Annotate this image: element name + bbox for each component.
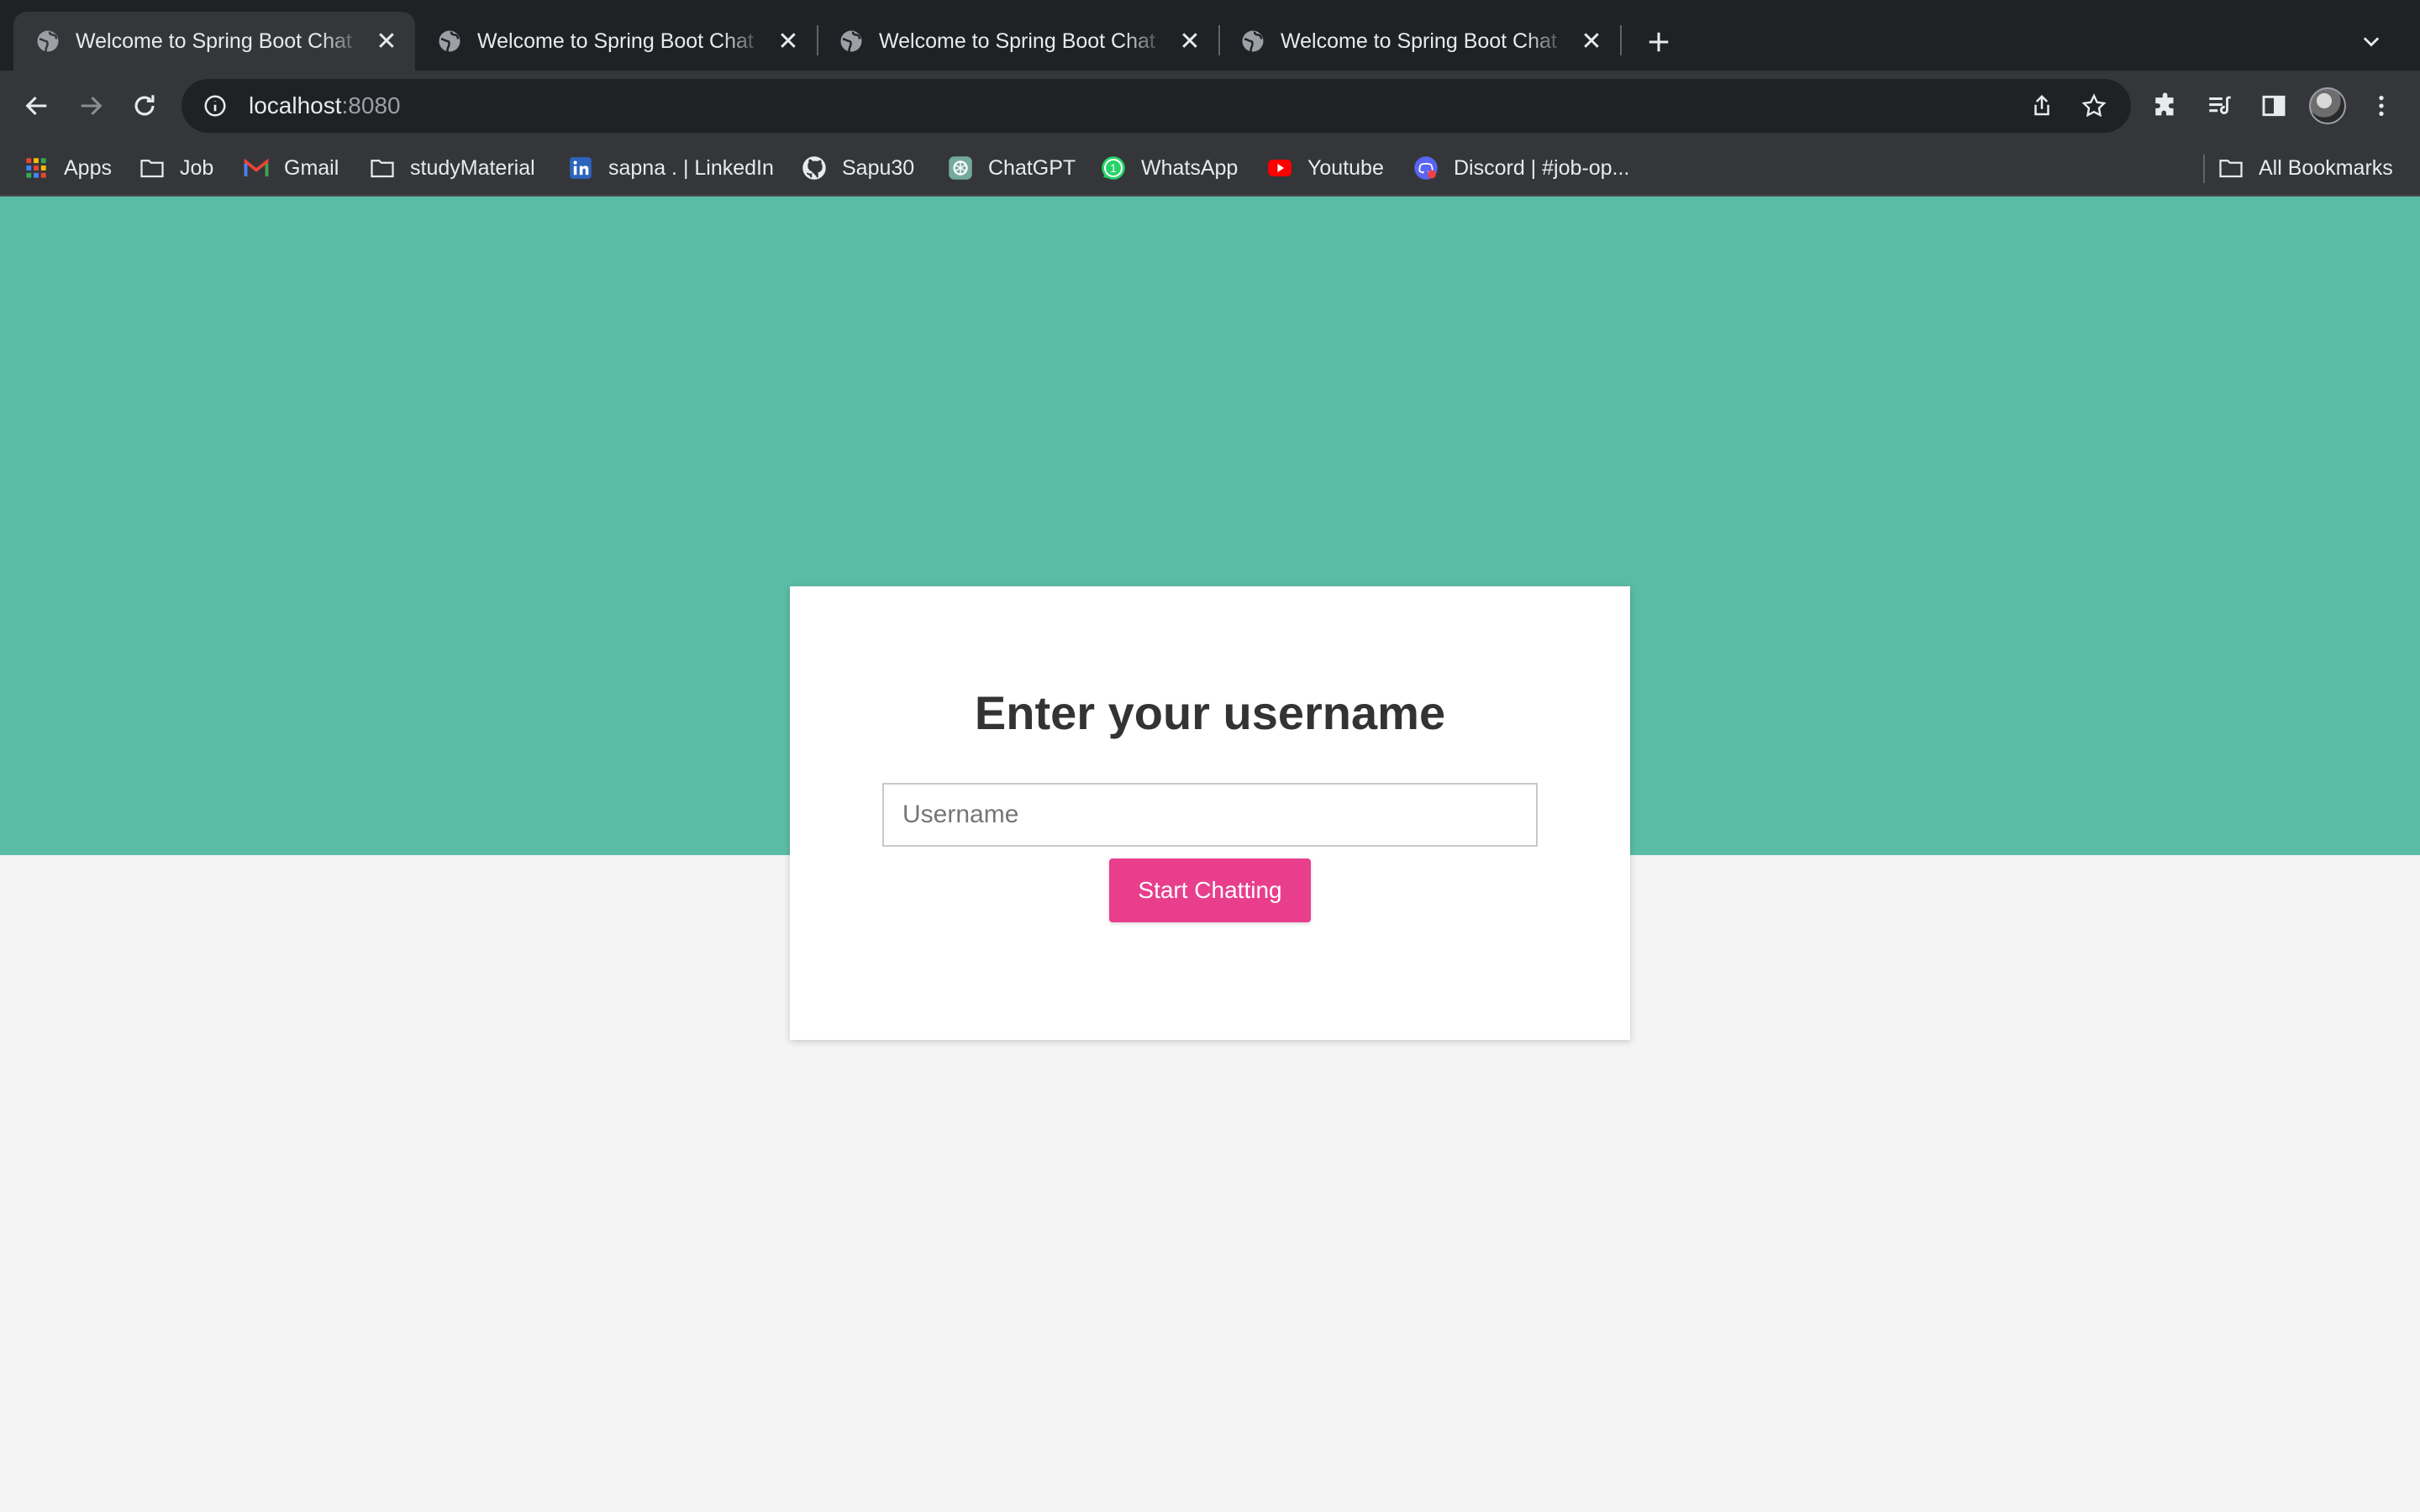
close-tab-icon[interactable]: ✕	[773, 26, 803, 56]
plus-icon	[1649, 32, 1669, 52]
arrow-left-icon	[25, 96, 47, 116]
browser-toolbar: localhost:8080	[0, 71, 2420, 141]
puzzle-icon	[2155, 92, 2174, 116]
url-host: localhost	[249, 92, 342, 118]
globe-icon	[1242, 30, 1264, 52]
share-icon	[2034, 94, 2049, 116]
globe-icon	[439, 30, 460, 52]
bookmark-label: sapna . | LinkedIn	[608, 155, 774, 180]
whatsapp-icon: 1	[1101, 155, 1126, 181]
site-info-icon[interactable]	[200, 91, 230, 121]
close-tab-icon[interactable]: ✕	[371, 26, 402, 56]
browser-tab[interactable]: Welcome to Spring Boot Chat ✕	[1218, 12, 1620, 71]
bookmark-linkedin[interactable]: sapna . | LinkedIn	[568, 150, 774, 186]
bookmark-label: Youtube	[1307, 155, 1384, 180]
bookmark-label: studyMaterial	[410, 155, 535, 180]
bookmarks-divider	[2203, 155, 2205, 183]
arrow-right-icon	[81, 96, 103, 116]
back-button[interactable]	[18, 87, 55, 124]
page-title: Enter your username	[974, 686, 1446, 739]
linkedin-icon	[568, 155, 593, 181]
side-panel-button[interactable]	[2255, 87, 2292, 124]
folder-icon	[2218, 155, 2244, 181]
bookmark-gmail[interactable]: Gmail	[244, 150, 339, 186]
bookmark-label: WhatsApp	[1141, 155, 1239, 180]
new-tab-button[interactable]	[1640, 24, 1677, 60]
tab-title: Welcome to Spring Boot Chat	[1281, 29, 1557, 53]
youtube-icon	[1267, 155, 1292, 181]
discord-icon	[1413, 155, 1439, 181]
url-text: localhost:8080	[249, 92, 401, 119]
apps-grid-icon	[24, 155, 49, 181]
tab-separator	[1620, 25, 1622, 55]
username-input[interactable]	[882, 783, 1538, 847]
bookmark-job[interactable]: Job	[139, 150, 213, 186]
tab-title: Welcome to Spring Boot Chat	[76, 29, 352, 53]
reload-icon	[134, 95, 155, 116]
chevron-down-icon	[2363, 37, 2380, 47]
playlist-music-icon	[2209, 96, 2231, 114]
github-icon	[802, 155, 827, 181]
extensions-button[interactable]	[2148, 87, 2185, 124]
tab-title: Welcome to Spring Boot Chat	[477, 29, 754, 53]
forward-button[interactable]	[72, 87, 109, 124]
side-panel-icon	[2262, 95, 2286, 117]
all-bookmarks-button[interactable]: All Bookmarks	[2218, 150, 2393, 186]
bookmark-label: ChatGPT	[988, 155, 1076, 180]
bookmark-github[interactable]: Sapu30	[802, 150, 914, 186]
whatsapp-badge: 1	[1110, 162, 1117, 175]
reload-button[interactable]	[126, 87, 163, 124]
browser-chrome: Welcome to Spring Boot Chat ✕ Welcome to…	[0, 0, 2420, 197]
bookmark-label: Discord | #job-op...	[1454, 155, 1630, 180]
browser-tab[interactable]: Welcome to Spring Boot Chat ✕	[13, 12, 415, 71]
page-content: Enter your username Start Chatting	[0, 197, 2420, 1512]
share-button[interactable]	[2023, 87, 2060, 124]
folder-icon	[370, 155, 395, 181]
star-icon	[2081, 93, 2107, 118]
browser-menu-button[interactable]	[2363, 87, 2400, 124]
bookmark-label: Gmail	[284, 155, 339, 180]
url-port: :8080	[341, 92, 401, 118]
all-bookmarks-label: All Bookmarks	[2259, 155, 2393, 180]
bookmark-label: Job	[180, 155, 214, 180]
globe-icon	[840, 30, 862, 52]
bookmark-discord[interactable]: Discord | #job-op...	[1413, 150, 1629, 186]
bookmarks-bar: Apps Job Gmail studyMaterial sapna . | L…	[0, 141, 2420, 197]
bookmark-apps[interactable]: Apps	[24, 150, 112, 186]
browser-tab[interactable]: Welcome to Spring Boot Chat ✕	[415, 12, 817, 71]
kebab-menu-icon	[2379, 96, 2384, 116]
globe-icon	[37, 30, 59, 52]
start-chatting-button[interactable]: Start Chatting	[1109, 858, 1311, 922]
browser-tab[interactable]: Welcome to Spring Boot Chat ✕	[817, 12, 1218, 71]
chatgpt-icon	[948, 155, 973, 181]
bookmark-label: Apps	[64, 155, 112, 180]
username-card: Enter your username Start Chatting	[790, 586, 1630, 1040]
bookmark-studymaterial[interactable]: studyMaterial	[370, 150, 535, 186]
bookmark-chatgpt[interactable]: ChatGPT	[948, 150, 1076, 186]
tab-search-button[interactable]	[2353, 24, 2390, 60]
close-tab-icon[interactable]: ✕	[1576, 26, 1607, 56]
media-control-button[interactable]	[2202, 87, 2238, 124]
folder-icon	[139, 155, 165, 181]
bookmark-youtube[interactable]: Youtube	[1267, 150, 1384, 186]
profile-avatar[interactable]	[2309, 87, 2346, 124]
tab-title: Welcome to Spring Boot Chat	[879, 29, 1155, 53]
bookmark-star-button[interactable]	[2075, 87, 2112, 124]
address-bar[interactable]: localhost:8080	[182, 79, 2131, 133]
gmail-icon	[244, 155, 269, 181]
close-tab-icon[interactable]: ✕	[1175, 26, 1205, 56]
tab-strip: Welcome to Spring Boot Chat ✕ Welcome to…	[0, 0, 2420, 71]
bookmark-whatsapp[interactable]: 1 WhatsApp	[1101, 150, 1238, 186]
bookmark-label: Sapu30	[842, 155, 915, 180]
